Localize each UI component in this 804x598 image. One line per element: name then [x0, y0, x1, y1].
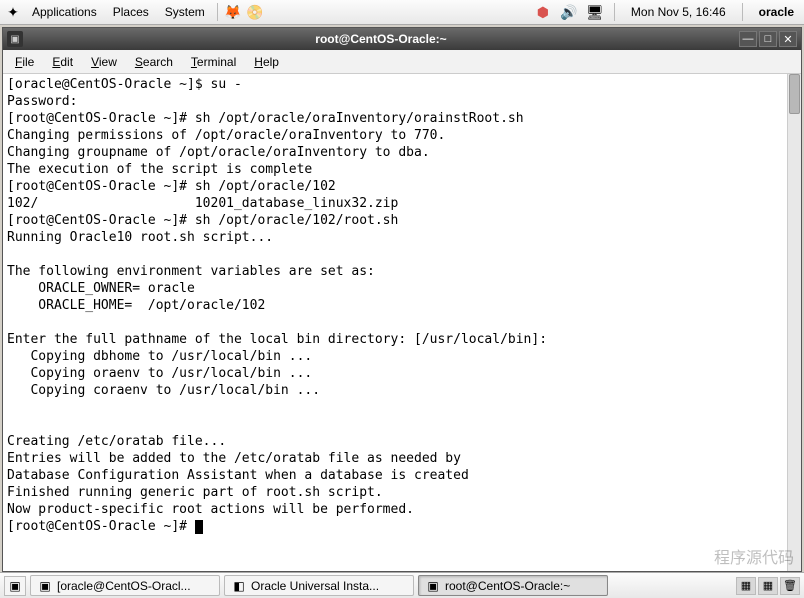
terminal-icon: ▣: [37, 578, 53, 594]
task-label: root@CentOS-Oracle:~: [445, 579, 570, 593]
scroll-thumb[interactable]: [789, 74, 800, 114]
menu-view[interactable]: View: [83, 53, 125, 71]
maximize-button[interactable]: □: [759, 31, 777, 47]
menubar: File Edit View Search Terminal Help: [3, 50, 801, 74]
separator: [614, 3, 615, 21]
installer-icon: ◧: [231, 578, 247, 594]
trash-icon[interactable]: 🗑: [780, 577, 800, 595]
system-menu[interactable]: System: [159, 3, 211, 21]
panel-right: ⬢ 🔊 🖥 Mon Nov 5, 16:46 oracle: [534, 3, 800, 21]
task-label: [oracle@CentOS-Oracl...: [57, 579, 191, 593]
menu-terminal[interactable]: Terminal: [183, 53, 244, 71]
places-menu[interactable]: Places: [107, 3, 155, 21]
panel-left: ✦ Applications Places System 🦊 📀: [4, 3, 264, 21]
taskbar-item-oracle-terminal[interactable]: ▣ [oracle@CentOS-Oracl...: [30, 575, 220, 596]
applications-menu[interactable]: Applications: [26, 3, 103, 21]
clock[interactable]: Mon Nov 5, 16:46: [625, 3, 732, 21]
gnome-top-panel: ✦ Applications Places System 🦊 📀 ⬢ 🔊 🖥 M…: [0, 0, 804, 25]
terminal-icon: ▣: [425, 578, 441, 594]
workspace-switcher-1[interactable]: ▦: [736, 577, 756, 595]
volume-icon[interactable]: 🔊: [560, 3, 578, 21]
menu-help[interactable]: Help: [246, 53, 287, 71]
window-title: root@CentOS-Oracle:~: [315, 32, 446, 46]
show-desktop-button[interactable]: ▣: [4, 576, 26, 596]
taskbar-item-root-terminal[interactable]: ▣ root@CentOS-Oracle:~: [418, 575, 608, 596]
gnome-bottom-panel: ▣ ▣ [oracle@CentOS-Oracl... ◧ Oracle Uni…: [0, 572, 804, 598]
terminal-output[interactable]: [oracle@CentOS-Oracle ~]$ su - Password:…: [3, 74, 787, 571]
menu-edit[interactable]: Edit: [44, 53, 81, 71]
workspace-switcher-2[interactable]: ▦: [758, 577, 778, 595]
task-label: Oracle Universal Insta...: [251, 579, 379, 593]
separator: [742, 3, 743, 21]
close-button[interactable]: ✕: [779, 31, 797, 47]
separator: [217, 3, 218, 21]
user-menu[interactable]: oracle: [753, 3, 800, 21]
minimize-button[interactable]: —: [739, 31, 757, 47]
apps-icon: ✦: [4, 3, 22, 21]
menu-search[interactable]: Search: [127, 53, 181, 71]
scrollbar[interactable]: [787, 74, 801, 571]
taskbar-item-oracle-installer[interactable]: ◧ Oracle Universal Insta...: [224, 575, 414, 596]
window-icon: ▣: [7, 31, 23, 47]
app-launcher-icon[interactable]: 📀: [246, 3, 264, 21]
update-icon[interactable]: ⬢: [534, 3, 552, 21]
menu-file[interactable]: File: [7, 53, 42, 71]
titlebar[interactable]: ▣ root@CentOS-Oracle:~ — □ ✕: [3, 28, 801, 50]
terminal-window: ▣ root@CentOS-Oracle:~ — □ ✕ File Edit V…: [2, 27, 802, 572]
firefox-icon[interactable]: 🦊: [224, 3, 242, 21]
network-icon[interactable]: 🖥: [586, 3, 604, 21]
